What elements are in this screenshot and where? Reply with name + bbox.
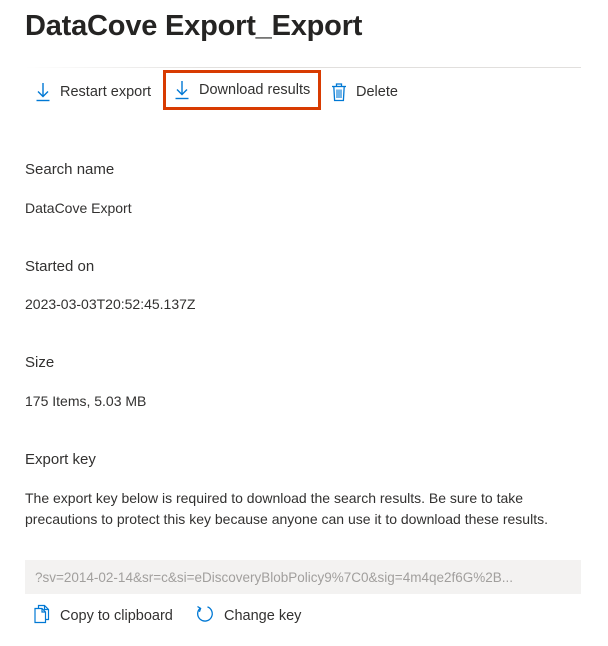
delete-button[interactable]: Delete [331,72,398,112]
restart-export-label: Restart export [60,84,152,100]
copy-icon [33,604,51,628]
copy-to-clipboard-button[interactable]: Copy to clipboard [33,598,173,634]
delete-label: Delete [356,84,398,100]
refresh-icon [195,604,215,628]
size-label: Size [25,354,55,371]
change-key-button[interactable]: Change key [195,598,301,634]
copy-to-clipboard-label: Copy to clipboard [60,608,173,624]
change-key-label: Change key [224,608,302,624]
trash-icon [331,82,347,102]
download-results-label: Download results [199,82,311,98]
search-name-value: DataCove Export [25,200,132,216]
started-on-label: Started on [25,258,95,275]
download-results-button[interactable]: Download results [163,70,322,110]
download-arrow-icon [35,82,51,102]
size-value: 175 Items, 5.03 MB [25,393,147,409]
command-bar: Restart export Download results Delete [25,70,581,112]
started-on-value: 2023-03-03T20:52:45.137Z [25,296,196,312]
title-divider [25,67,581,68]
page-title: DataCove Export_Export [25,10,363,42]
export-key-label: Export key [25,451,96,468]
download-arrow-icon [174,80,190,100]
search-name-label: Search name [25,161,115,178]
export-key-description: The export key below is required to down… [25,490,548,527]
export-key-field[interactable] [25,560,581,594]
export-key-actions: Copy to clipboard Change key [25,598,581,634]
restart-export-button[interactable]: Restart export [35,72,151,112]
